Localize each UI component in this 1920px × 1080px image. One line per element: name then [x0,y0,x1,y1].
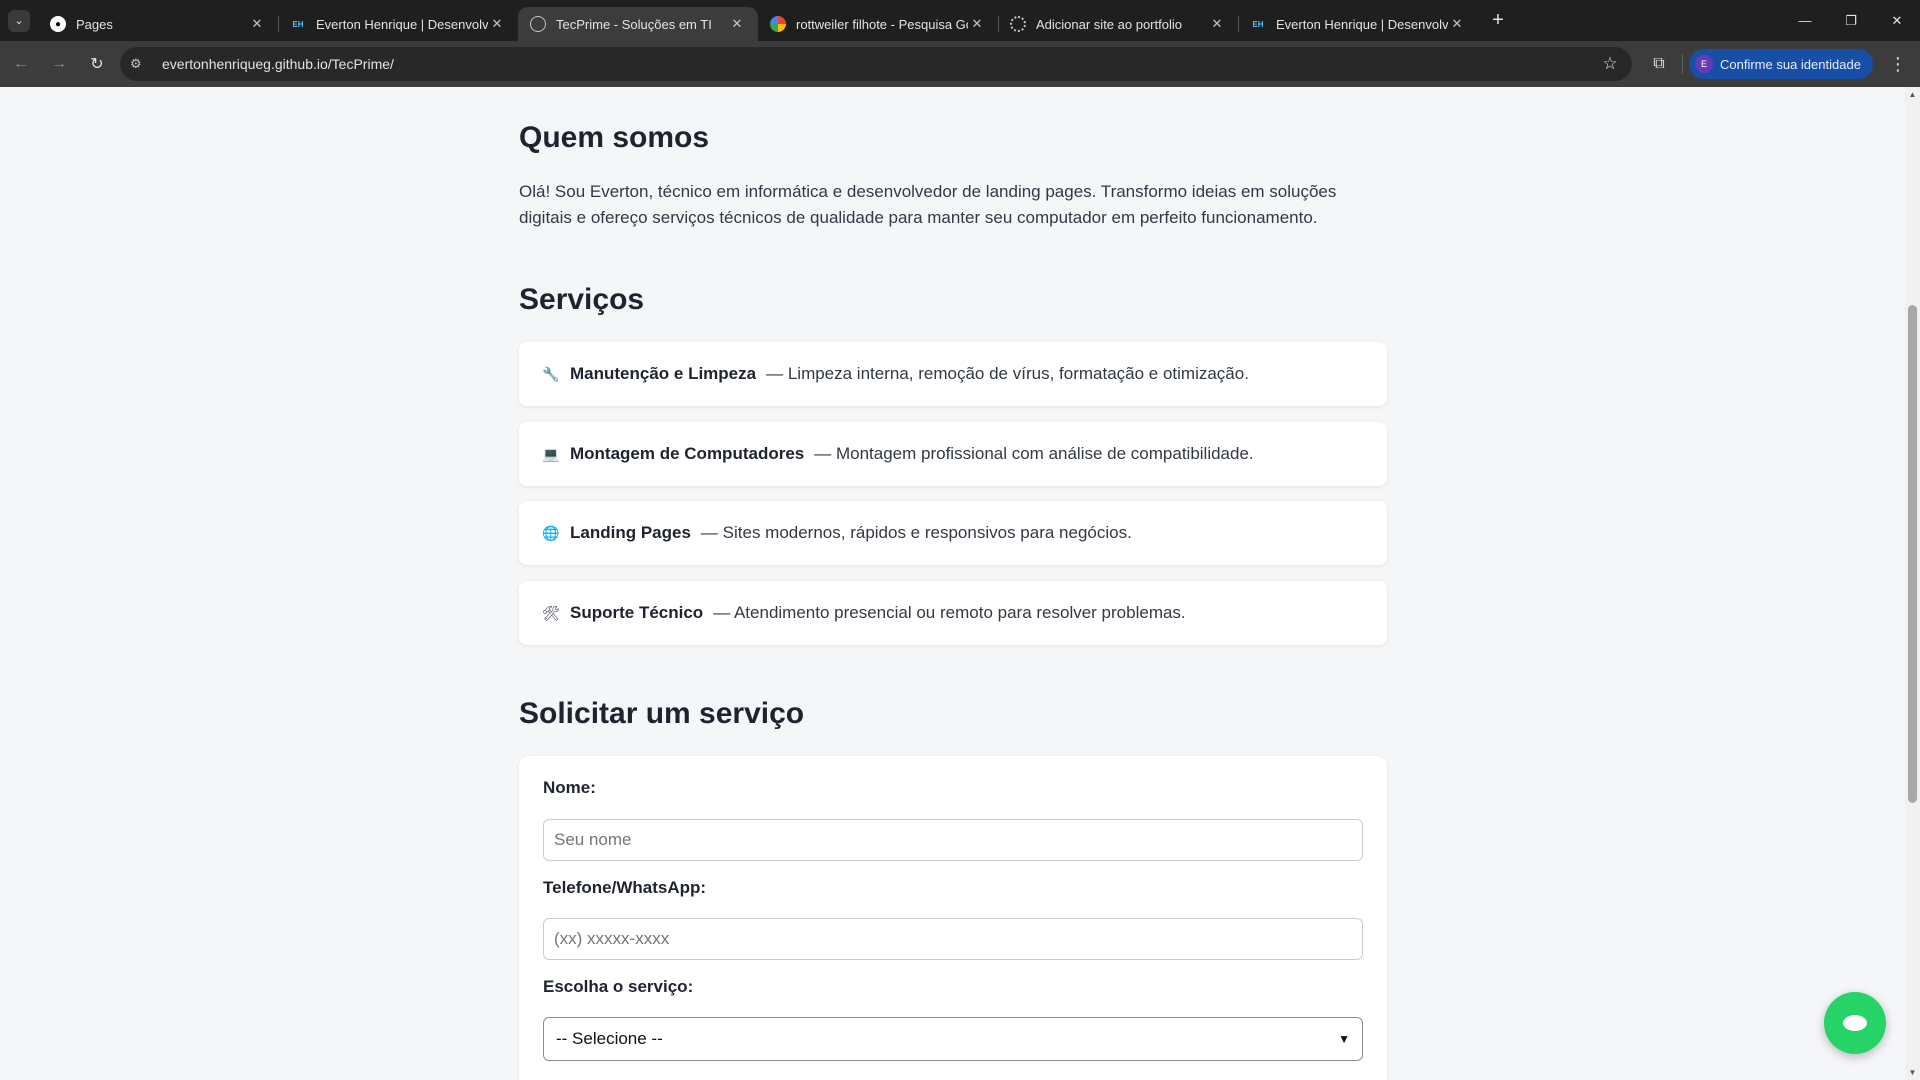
service-name: Montagem de Computadores [570,444,805,463]
service-select-label: Escolha o serviço: [543,977,694,996]
minimize-icon[interactable]: — [1782,0,1828,41]
scroll-up-arrow-icon[interactable]: ▲ [1905,87,1920,102]
service-card-assembly: 💻 Montagem de Computadores — Montagem pr… [519,422,1387,486]
service-select-value: -- Selecione -- [556,1029,663,1048]
globe-icon [530,16,546,32]
extensions-puzzle-icon[interactable]: ⧉ [1642,47,1676,81]
service-description: — Montagem profissional com análise de c… [814,444,1254,463]
services-heading: Serviços [519,283,645,316]
service-select[interactable]: -- Selecione -- ▼ [543,1017,1363,1061]
service-name: Manutenção e Limpeza [570,364,757,383]
name-input[interactable] [543,819,1363,861]
window-controls: — ❐ ✕ [1782,0,1920,41]
tab-title: Adicionar site ao portfolio [1036,16,1182,32]
request-form: Nome: Telefone/WhatsApp: Escolha o servi… [519,756,1387,1080]
tab-strip: ⌄ ● Pages ✕ EH Everton Henrique | Desenv… [0,0,1920,41]
laptop-icon: 💻 [542,445,560,462]
profile-label: Confirme sua identidade [1720,56,1861,72]
phone-input[interactable] [543,918,1363,960]
page-scrollbar[interactable]: ▲ ▼ [1905,87,1920,1080]
address-bar[interactable]: ⚙ evertonhenriqueg.github.io/TecPrime/ ☆ [120,47,1632,81]
request-service-heading: Solicitar um serviço [519,697,805,730]
whatsapp-chat-button[interactable] [1824,992,1886,1054]
avatar: E [1695,55,1713,73]
tab-search-chevron-icon[interactable]: ⌄ [8,9,30,32]
service-card-maintenance: 🔧 Manutenção e Limpeza — Limpeza interna… [519,342,1387,406]
close-icon[interactable]: ✕ [1448,16,1466,32]
service-description: — Sites modernos, rápidos e responsivos … [700,523,1132,542]
close-window-icon[interactable]: ✕ [1874,0,1920,41]
kebab-menu-icon[interactable]: ⋮ [1881,47,1915,81]
close-icon[interactable]: ✕ [1208,16,1226,32]
forward-arrow-icon[interactable]: → [42,47,76,81]
tab-title: rottweiler filhote - Pesquisa Google [796,16,968,32]
google-icon [770,16,786,32]
about-paragraph: Olá! Sou Everton, técnico em informática… [519,182,1337,227]
tab-tecprime[interactable]: TecPrime - Soluções em TI ✕ [518,7,758,41]
service-name: Suporte Técnico [570,603,704,622]
new-tab-plus-icon[interactable]: + [1484,7,1512,35]
site-info-icon[interactable]: ⚙ [130,56,152,72]
tab-pages[interactable]: ● Pages ✕ [38,7,278,41]
name-label: Nome: [543,778,596,797]
tab-everton-henrique-2[interactable]: EH Everton Henrique | Desenvolvedor ✕ [1238,7,1478,41]
tab-title: TecPrime - Soluções em TI [556,16,712,32]
scroll-down-arrow-icon[interactable]: ▼ [1905,1065,1920,1080]
tab-google-search[interactable]: rottweiler filhote - Pesquisa Google ✕ [758,7,998,41]
tab-everton-henrique[interactable]: EH Everton Henrique | Desenvolvedor ✕ [278,7,518,41]
service-description: — Atendimento presencial ou remoto para … [713,603,1186,622]
wrench-icon: 🔧 [542,365,560,382]
tab-chatgpt[interactable]: Adicionar site ao portfolio ✕ [998,7,1238,41]
tools-icon: 🛠 [542,604,560,621]
chevron-down-icon: ▼ [1338,1032,1350,1046]
browser-toolbar: ← → ↻ ⚙ evertonhenriqueg.github.io/TecPr… [0,41,1920,87]
profile-button[interactable]: E Confirme sua identidade [1689,49,1873,79]
service-card-support: 🛠 Suporte Técnico — Atendimento presenci… [519,581,1387,645]
phone-label: Telefone/WhatsApp: [543,878,707,897]
close-icon[interactable]: ✕ [728,16,746,32]
tab-title: Everton Henrique | Desenvolvedor [316,16,488,32]
close-icon[interactable]: ✕ [248,16,266,32]
about-heading: Quem somos [519,121,710,154]
service-card-landing-pages: 🌐 Landing Pages — Sites modernos, rápido… [519,501,1387,565]
toolbar-divider [1682,54,1683,74]
bookmark-star-icon[interactable]: ☆ [1598,54,1622,74]
service-description: — Limpeza interna, remoção de vírus, for… [766,364,1249,383]
close-icon[interactable]: ✕ [968,16,986,32]
eh-icon: EH [292,19,304,29]
reload-icon[interactable]: ↻ [80,47,114,81]
tab-title: Pages [76,16,113,32]
service-name: Landing Pages [570,523,691,542]
close-icon[interactable]: ✕ [488,16,506,32]
globe-icon: 🌐 [542,524,560,541]
page-viewport: Quem somos Olá! Sou Everton, técnico em … [0,87,1905,1080]
eh-icon: EH [1252,19,1264,29]
chat-bubble-icon [1843,1015,1867,1031]
url-text[interactable]: evertonhenriqueg.github.io/TecPrime/ [162,56,1598,72]
tab-title: Everton Henrique | Desenvolvedor [1276,16,1448,32]
restore-icon[interactable]: ❐ [1828,0,1874,41]
github-icon: ● [50,16,66,32]
back-arrow-icon[interactable]: ← [4,47,38,81]
chatgpt-icon [1010,16,1026,32]
scroll-thumb[interactable] [1908,305,1917,803]
